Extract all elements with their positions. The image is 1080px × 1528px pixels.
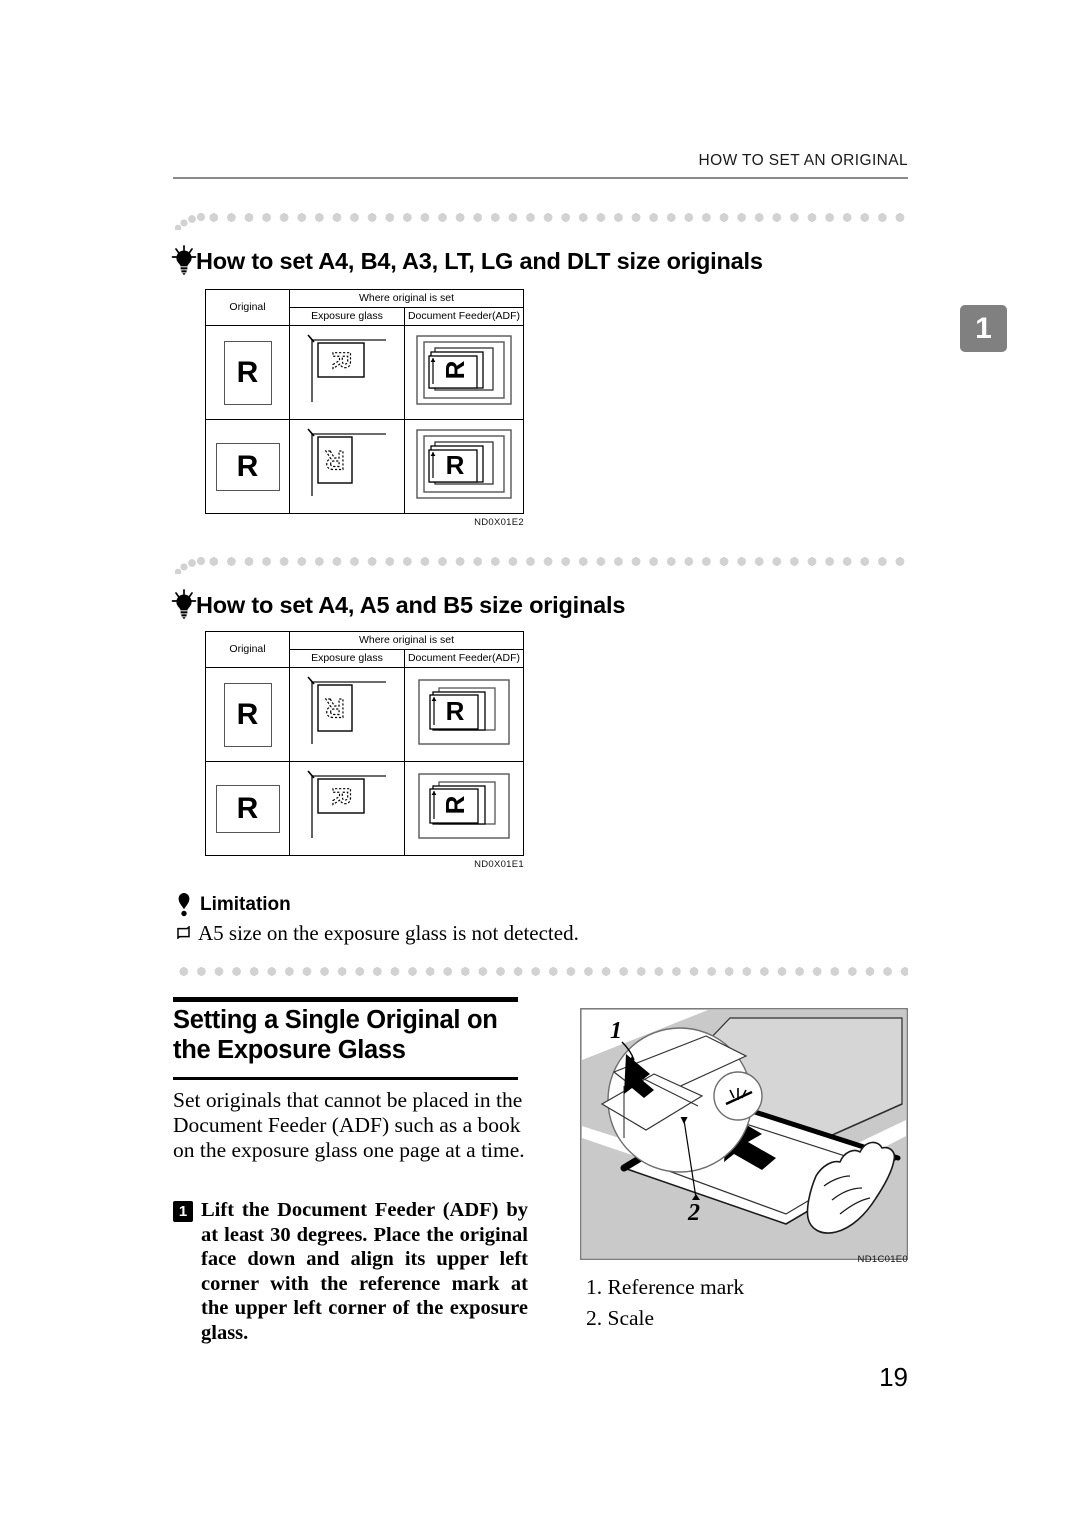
table-header-row-top: Original Where original is set [205, 289, 524, 326]
sheet-letter: R [236, 791, 259, 825]
page-number: 19 [879, 1362, 908, 1392]
exposure-glass-diagram: R [307, 334, 386, 402]
lightbulb-icon [171, 589, 197, 619]
header-where-set: Where original is set [289, 289, 524, 308]
legend-item-1: 1. Reference mark [586, 1275, 745, 1299]
dotted-line [175, 967, 908, 976]
header-document-feeder: Document Feeder(ADF) [404, 307, 524, 326]
original-sheet-landscape: R [215, 442, 280, 491]
header-original: Original [205, 631, 290, 668]
square-bullet-icon [177, 926, 190, 939]
callout-number-2: 2 [687, 1200, 700, 1226]
limitation-text: A5 size on the exposure glass is not det… [198, 921, 579, 945]
header-where-set: Where original is set [289, 631, 524, 650]
table-row: R R R [205, 761, 524, 856]
table-row: R R R [205, 667, 524, 762]
header-exposure-glass: Exposure glass [289, 649, 405, 668]
dotted-line [205, 557, 908, 566]
cell-original-landscape: R [205, 761, 290, 856]
exposure-glass-diagram: R [307, 676, 386, 744]
header-exposure-glass: Exposure glass [289, 307, 405, 326]
illustration-legend: 1. Reference mark 2. Scale [586, 1272, 916, 1334]
tip-heading-2: How to set A4, A5 and B5 size originals [196, 592, 626, 618]
svg-text:R: R [440, 360, 470, 379]
cell-exposure-glass-2: R [289, 419, 405, 514]
figure-code-1: ND0X01E2 [474, 517, 524, 528]
dotted-line [205, 213, 908, 222]
step-1: 1 Lift the Document Feeder (ADF) by at l… [173, 1198, 528, 1346]
sheet-letter: R [236, 449, 259, 483]
illustration-code: ND1C01E0 [857, 1254, 908, 1265]
adf-diagram: R [416, 335, 512, 405]
section-rule-top [173, 997, 518, 1002]
original-placement-table-1: Original Where original is set Exposure … [205, 289, 524, 514]
table-row: R R R [205, 419, 524, 514]
adf-diagram: R [418, 679, 510, 745]
header-original: Original [205, 289, 290, 326]
step-instruction-text: Lift the Document Feeder (ADF) by at lea… [201, 1199, 528, 1344]
table-header-row-top: Original Where original is set [205, 631, 524, 668]
cell-exposure-glass-1: R [289, 667, 405, 762]
dotted-separator-3 [175, 962, 908, 984]
exposure-glass-diagram: R [307, 428, 386, 496]
dotted-curve [175, 212, 206, 230]
figure-table-2: Original Where original is set Exposure … [205, 631, 524, 870]
cell-document-feeder-2: R [404, 761, 524, 856]
cell-original-portrait: R [205, 667, 290, 762]
exposure-glass-diagram: R [307, 770, 386, 838]
dotted-separator-2 [175, 552, 908, 574]
original-placement-table-2: Original Where original is set Exposure … [205, 631, 524, 856]
manual-page: HOW TO SET AN ORIGINAL 1 How to set A4, … [0, 0, 1080, 1528]
cell-original-portrait: R [205, 325, 290, 420]
exposure-glass-illustration: 1 2 [580, 1008, 908, 1260]
svg-text:R: R [446, 696, 465, 726]
tip-heading-1: How to set A4, B4, A3, LT, LG and DLT si… [196, 248, 763, 274]
header-document-feeder: Document Feeder(ADF) [404, 649, 524, 668]
header-rule [173, 177, 908, 179]
adf-diagram: R [418, 773, 510, 839]
section-intro-paragraph: Set originals that cannot be placed in t… [173, 1088, 525, 1163]
svg-text:R: R [327, 351, 355, 369]
lightbulb-icon [171, 245, 197, 275]
sheet-letter: R [236, 697, 259, 731]
svg-text:R: R [446, 450, 465, 480]
svg-text:R: R [325, 445, 345, 475]
chapter-tab: 1 [960, 305, 1007, 352]
dotted-separator-1 [175, 208, 908, 230]
adf-diagram: R [416, 429, 512, 499]
section-rule-bottom [173, 1077, 518, 1080]
cell-exposure-glass-2: R [289, 761, 405, 856]
callout-number-1: 1 [610, 1018, 622, 1044]
cell-document-feeder-1: R [404, 667, 524, 762]
figure-code-2: ND0X01E1 [474, 859, 524, 870]
original-sheet-landscape: R [215, 784, 280, 833]
svg-text:R: R [440, 795, 470, 814]
dotted-curve [175, 556, 206, 574]
cell-original-landscape: R [205, 419, 290, 514]
original-sheet-portrait: R [223, 340, 272, 405]
step-number-badge: 1 [173, 1201, 193, 1222]
table-row: R R R [205, 325, 524, 420]
section-title: Setting a Single Original on the Exposur… [173, 1006, 498, 1064]
limitation-heading: Limitation [200, 894, 291, 915]
svg-text:R: R [327, 787, 355, 805]
cell-document-feeder-2: R [404, 419, 524, 514]
figure-table-1: Original Where original is set Exposure … [205, 289, 524, 528]
running-header: HOW TO SET AN ORIGINAL [698, 152, 908, 169]
legend-item-2: 2. Scale [586, 1306, 655, 1331]
original-sheet-portrait: R [223, 682, 272, 747]
svg-text:R: R [325, 693, 345, 723]
cell-exposure-glass-1: R [289, 325, 405, 420]
sheet-letter: R [236, 355, 259, 389]
limitation-icon [178, 893, 190, 917]
cell-document-feeder-1: R [404, 325, 524, 420]
